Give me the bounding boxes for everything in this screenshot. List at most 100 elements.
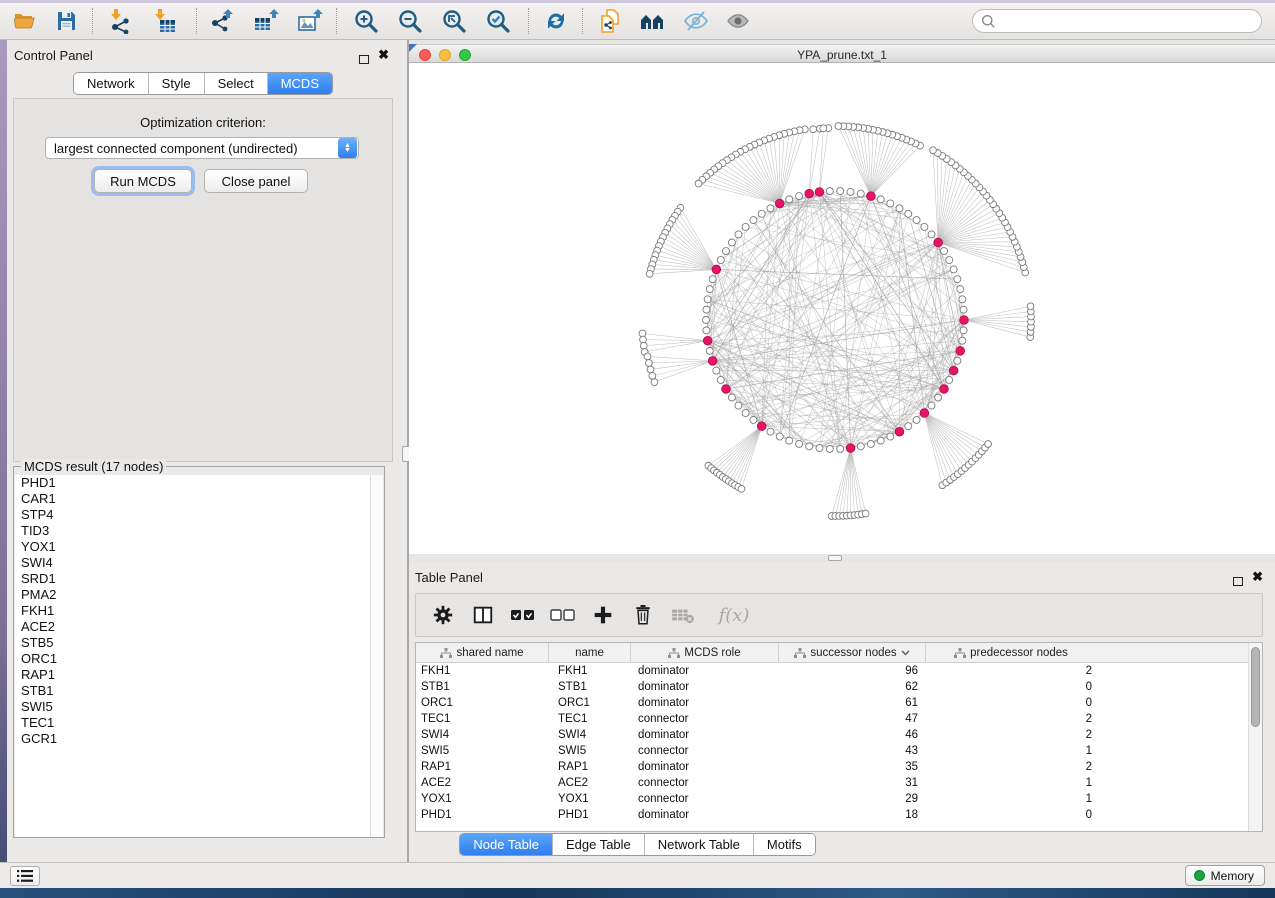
- network-node[interactable]: [703, 306, 710, 313]
- network-node[interactable]: [649, 372, 656, 379]
- network-node[interactable]: [928, 231, 935, 238]
- column-header-MCDS-role[interactable]: MCDS role: [631, 643, 779, 663]
- network-window-titlebar[interactable]: YPA_prune.txt_1: [409, 44, 1275, 63]
- zoom-in-button[interactable]: [348, 7, 384, 35]
- network-node[interactable]: [816, 445, 823, 452]
- export-image-button[interactable]: [292, 7, 328, 35]
- network-node[interactable]: [887, 433, 894, 440]
- tab-node-table[interactable]: Node Table: [460, 834, 552, 855]
- hide-selected-button[interactable]: [678, 7, 714, 35]
- column-header-predecessor-nodes[interactable]: predecessor nodes: [926, 643, 1096, 663]
- table-row[interactable]: ORC1ORC1dominator610: [416, 695, 1248, 711]
- table-row[interactable]: STB1STB1dominator620: [416, 679, 1248, 695]
- mcds-result-item[interactable]: PMA2: [15, 587, 372, 603]
- network-node[interactable]: [758, 210, 765, 217]
- tab-edge-table[interactable]: Edge Table: [552, 834, 644, 855]
- network-node[interactable]: [1027, 303, 1034, 310]
- refresh-button[interactable]: [538, 7, 574, 35]
- network-node[interactable]: [810, 126, 817, 133]
- export-table-button[interactable]: [248, 7, 284, 35]
- dominator-node[interactable]: [940, 385, 949, 394]
- network-node[interactable]: [847, 188, 854, 195]
- dominator-node[interactable]: [722, 385, 731, 394]
- table-row[interactable]: TEC1TEC1connector472: [416, 711, 1248, 727]
- column-header-successor-nodes[interactable]: successor nodes: [779, 643, 926, 663]
- mcds-result-item[interactable]: STB5: [15, 635, 372, 651]
- mcds-result-item[interactable]: STP4: [15, 507, 372, 523]
- show-columns-button[interactable]: [470, 602, 496, 628]
- table-row[interactable]: YOX1YOX1connector291: [416, 791, 1248, 807]
- network-node[interactable]: [946, 257, 953, 264]
- mcds-result-list[interactable]: PHD1CAR1STP4TID3YOX1SWI4SRD1PMA2FKH1ACE2…: [15, 475, 372, 837]
- network-node[interactable]: [647, 366, 654, 373]
- dominator-node[interactable]: [949, 366, 958, 375]
- mcds-result-item[interactable]: STB1: [15, 683, 372, 699]
- dominator-node[interactable]: [956, 347, 965, 356]
- network-node[interactable]: [704, 296, 711, 303]
- mcds-result-item[interactable]: YOX1: [15, 539, 372, 555]
- mcds-result-item[interactable]: FKH1: [15, 603, 372, 619]
- tab-network[interactable]: Network: [74, 73, 148, 94]
- network-node[interactable]: [928, 402, 935, 409]
- network-node[interactable]: [786, 196, 793, 203]
- network-node[interactable]: [935, 394, 942, 401]
- tab-network-table[interactable]: Network Table: [644, 834, 753, 855]
- network-node[interactable]: [954, 357, 961, 364]
- zoom-out-button[interactable]: [392, 7, 428, 35]
- network-node[interactable]: [959, 296, 966, 303]
- network-node[interactable]: [742, 223, 749, 230]
- network-node[interactable]: [905, 423, 912, 430]
- network-node[interactable]: [877, 437, 884, 444]
- table-row[interactable]: PHD1PHD1dominator180: [416, 807, 1248, 823]
- network-node[interactable]: [913, 416, 920, 423]
- dominator-node[interactable]: [703, 336, 712, 345]
- save-session-button[interactable]: [48, 7, 84, 35]
- zoom-selected-button[interactable]: [480, 7, 516, 35]
- select-all-button[interactable]: [510, 602, 536, 628]
- network-node[interactable]: [644, 353, 651, 360]
- network-node[interactable]: [706, 347, 713, 354]
- tab-select[interactable]: Select: [204, 73, 267, 94]
- network-node[interactable]: [941, 248, 948, 255]
- dominator-node[interactable]: [960, 316, 969, 325]
- memory-button[interactable]: Memory: [1185, 865, 1265, 886]
- network-node[interactable]: [954, 276, 961, 283]
- deselect-all-button[interactable]: [550, 602, 576, 628]
- network-node[interactable]: [722, 248, 729, 255]
- network-node[interactable]: [826, 445, 833, 452]
- table-row[interactable]: RAP1RAP1dominator352: [416, 759, 1248, 775]
- column-header-shared-name[interactable]: shared name: [416, 643, 549, 663]
- network-node[interactable]: [742, 410, 749, 417]
- network-node[interactable]: [709, 276, 716, 283]
- search-field[interactable]: [972, 9, 1262, 33]
- tab-motifs[interactable]: Motifs: [753, 834, 815, 855]
- network-node[interactable]: [706, 286, 713, 293]
- table-row[interactable]: SWI5SWI5connector431: [416, 743, 1248, 759]
- network-node[interactable]: [735, 402, 742, 409]
- network-node[interactable]: [867, 440, 874, 447]
- network-node[interactable]: [857, 190, 864, 197]
- close-panel-icon[interactable]: ✖: [378, 47, 389, 63]
- run-mcds-button[interactable]: Run MCDS: [94, 169, 192, 193]
- table-row[interactable]: ACE2ACE2connector311: [416, 775, 1248, 791]
- network-node[interactable]: [887, 200, 894, 207]
- tab-style[interactable]: Style: [148, 73, 204, 94]
- dominator-node[interactable]: [775, 199, 784, 208]
- network-node[interactable]: [645, 360, 652, 367]
- open-file-button[interactable]: [6, 7, 42, 35]
- network-node[interactable]: [646, 270, 653, 277]
- import-network-button[interactable]: [102, 7, 138, 35]
- network-node[interactable]: [921, 223, 928, 230]
- network-node[interactable]: [695, 180, 702, 187]
- mcds-list-scrollbar[interactable]: [370, 475, 383, 837]
- horizontal-splitter-handle[interactable]: [828, 555, 842, 561]
- dominator-node[interactable]: [895, 427, 904, 436]
- export-network-button[interactable]: [204, 7, 240, 35]
- clone-network-button[interactable]: [592, 7, 628, 35]
- horizontal-splitter[interactable]: [409, 554, 1275, 562]
- task-history-button[interactable]: [10, 866, 40, 886]
- mcds-result-item[interactable]: TEC1: [15, 715, 372, 731]
- table-scrollbar[interactable]: [1248, 643, 1262, 831]
- network-node[interactable]: [796, 193, 803, 200]
- mcds-result-item[interactable]: CAR1: [15, 491, 372, 507]
